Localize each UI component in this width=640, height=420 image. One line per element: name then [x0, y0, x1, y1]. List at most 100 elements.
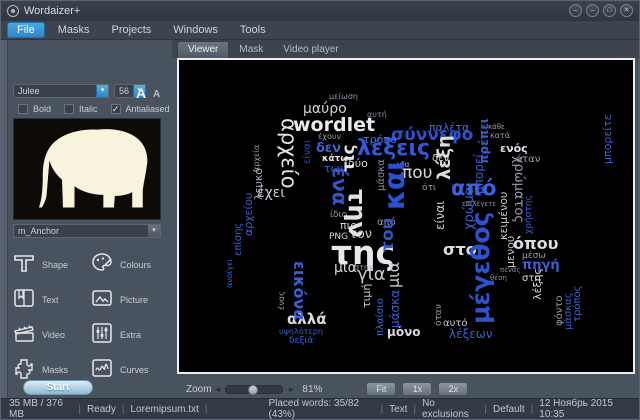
font-size-decrease-button[interactable]: A	[153, 89, 160, 100]
cloud-word: είναι	[303, 140, 313, 164]
bold-checkbox[interactable]	[18, 104, 28, 114]
menu-item-tools[interactable]: Tools	[231, 23, 275, 37]
masks-tool-label: Masks	[42, 365, 68, 375]
panel-edge	[1, 40, 8, 400]
zoom-label: Zoom	[186, 384, 212, 395]
maximize-button[interactable]: □	[603, 4, 616, 17]
cloud-word: λέξεων	[449, 328, 493, 340]
cloud-word: δεξιά	[289, 337, 313, 346]
zoom-1x-button[interactable]: 1x	[402, 382, 432, 396]
picture-icon	[90, 286, 114, 315]
minimize-button[interactable]: –	[586, 4, 599, 17]
italic-label: Italic	[79, 104, 98, 114]
cloud-word: αρχείο	[278, 118, 299, 189]
colours-tool-button[interactable]: Colours	[90, 252, 168, 278]
picture-tool-label: Picture	[120, 295, 148, 305]
text-tool-button[interactable]: Text	[12, 287, 90, 313]
cloud-word: λέξης	[532, 268, 543, 300]
curves-tool-label: Curves	[120, 365, 149, 375]
font-style-options: Bold Italic ✓ Antialiased	[18, 104, 170, 114]
mask-dropdown-value: m_Anchor	[18, 226, 59, 236]
zoom-fit-button[interactable]: Fit	[366, 382, 396, 396]
status-item-left-0: 35 MB / 376 MB	[9, 398, 72, 420]
status-item-left-1: Ready	[87, 404, 116, 415]
cloud-word: υψηλότερη	[279, 328, 323, 336]
menu-item-windows[interactable]: Windows	[164, 23, 227, 37]
curves-icon	[90, 356, 114, 385]
cloud-word: ένας	[278, 291, 286, 310]
picture-tool-button[interactable]: Picture	[90, 287, 168, 313]
title-bar: Wordaizer+ ––□✕	[1, 1, 639, 21]
cloud-word: όπου	[513, 236, 558, 252]
menu-item-masks[interactable]: Masks	[49, 23, 99, 37]
cloud-word: μείωση	[329, 93, 358, 101]
cloud-word: ανοίγει	[226, 259, 234, 288]
extra-icon	[90, 321, 114, 350]
cloud-word: μπορείτε	[602, 114, 613, 164]
status-separator: |	[531, 404, 534, 415]
tab-viewer[interactable]: Viewer	[177, 41, 229, 58]
word-cloud: μείωσημαύροαυτήwordletπαλέτασύννεφοτρόπο…	[179, 60, 633, 372]
extra-tool-button[interactable]: Extra	[90, 322, 168, 348]
zoom-out-arrow[interactable]: ◄	[214, 385, 222, 394]
cloud-word: τρόπος	[573, 286, 583, 323]
cloud-word: ενός	[500, 143, 528, 154]
window-title: Wordaizer+	[24, 5, 80, 17]
tab-video-player[interactable]: Video player	[273, 42, 348, 58]
cloud-word: χρώμα	[463, 187, 476, 231]
close-button[interactable]: ✕	[620, 4, 633, 17]
status-left: 35 MB / 376 MB|Ready|Loremipsum.txt|Plac…	[9, 398, 375, 420]
font-family-dropdown-icon[interactable]: ▾	[96, 85, 108, 97]
zoom-in-arrow[interactable]: ►	[287, 385, 295, 394]
window-controls: ––□✕	[569, 4, 633, 17]
cloud-word: λέξη	[436, 135, 454, 180]
extra-tool-label: Extra	[120, 330, 141, 340]
zoom-slider-thumb[interactable]	[248, 385, 258, 395]
status-item-right-1: No exclusions	[422, 398, 478, 420]
tab-mask[interactable]: Mask	[229, 42, 273, 58]
cloud-word: χρώματος	[512, 156, 525, 223]
cloud-word: επίσης	[234, 223, 244, 256]
cloud-word: μια	[386, 262, 402, 288]
colours-tool-label: Colours	[120, 260, 151, 270]
cloud-word: και	[381, 160, 409, 210]
rollup-button[interactable]: –	[569, 4, 582, 17]
antialiased-checkbox[interactable]: ✓	[111, 104, 121, 114]
menu-item-file[interactable]: File	[7, 22, 45, 38]
start-button[interactable]: Start	[23, 380, 93, 395]
status-item-right-3: 12 Ноябрь 2015 10:35	[539, 398, 631, 420]
zoom-toolbar: Zoom ◄ ► 81% Fit 1x 2x	[172, 379, 640, 399]
video-tool-label: Video	[42, 330, 65, 340]
status-separator: |	[381, 404, 384, 415]
cloud-word: χρήστης	[525, 195, 534, 234]
cloud-word: ότι	[422, 184, 436, 193]
cloud-word: μάσκα	[389, 290, 401, 328]
shape-tool-button[interactable]: Shape	[12, 252, 90, 278]
font-family-dropdown[interactable]: Julee ▾	[13, 84, 109, 98]
status-right: |Text|No exclusions|Default|12 Ноябрь 20…	[375, 398, 631, 420]
status-separator: |	[122, 404, 125, 415]
zoom-2x-button[interactable]: 2x	[438, 382, 468, 396]
elephant-mask-image	[14, 119, 160, 219]
mask-dropdown-icon[interactable]: ▾	[147, 225, 160, 237]
curves-tool-button[interactable]: Curves	[90, 357, 168, 383]
bold-label: Bold	[33, 104, 51, 114]
text-tool-label: Text	[42, 295, 59, 305]
tool-buttons: Shape Colours Text Picture Video Extra Masks Cu…	[12, 252, 168, 383]
menu-item-projects[interactable]: Projects	[103, 23, 161, 37]
zoom-slider[interactable]	[225, 385, 283, 394]
cloud-word: όταν	[435, 304, 444, 326]
cloud-word: έχουν	[318, 133, 341, 141]
cloud-word: μενού	[505, 236, 516, 268]
italic-checkbox[interactable]	[64, 104, 74, 114]
viewer-canvas[interactable]: μείωσημαύροαυτήwordletπαλέτασύννεφοτρόπο…	[177, 58, 635, 374]
font-size-increase-button[interactable]: A	[136, 85, 146, 101]
status-separator: |	[205, 404, 208, 415]
video-tool-button[interactable]: Video	[12, 322, 90, 348]
mask-dropdown[interactable]: m_Anchor ▾	[13, 224, 161, 238]
status-separator: |	[78, 404, 81, 415]
zoom-percentage: 81%	[302, 384, 322, 395]
cloud-word: αρχείου	[243, 193, 254, 236]
antialiased-label: Antialiased	[126, 104, 170, 114]
cloud-word: κειμένου	[498, 192, 509, 240]
